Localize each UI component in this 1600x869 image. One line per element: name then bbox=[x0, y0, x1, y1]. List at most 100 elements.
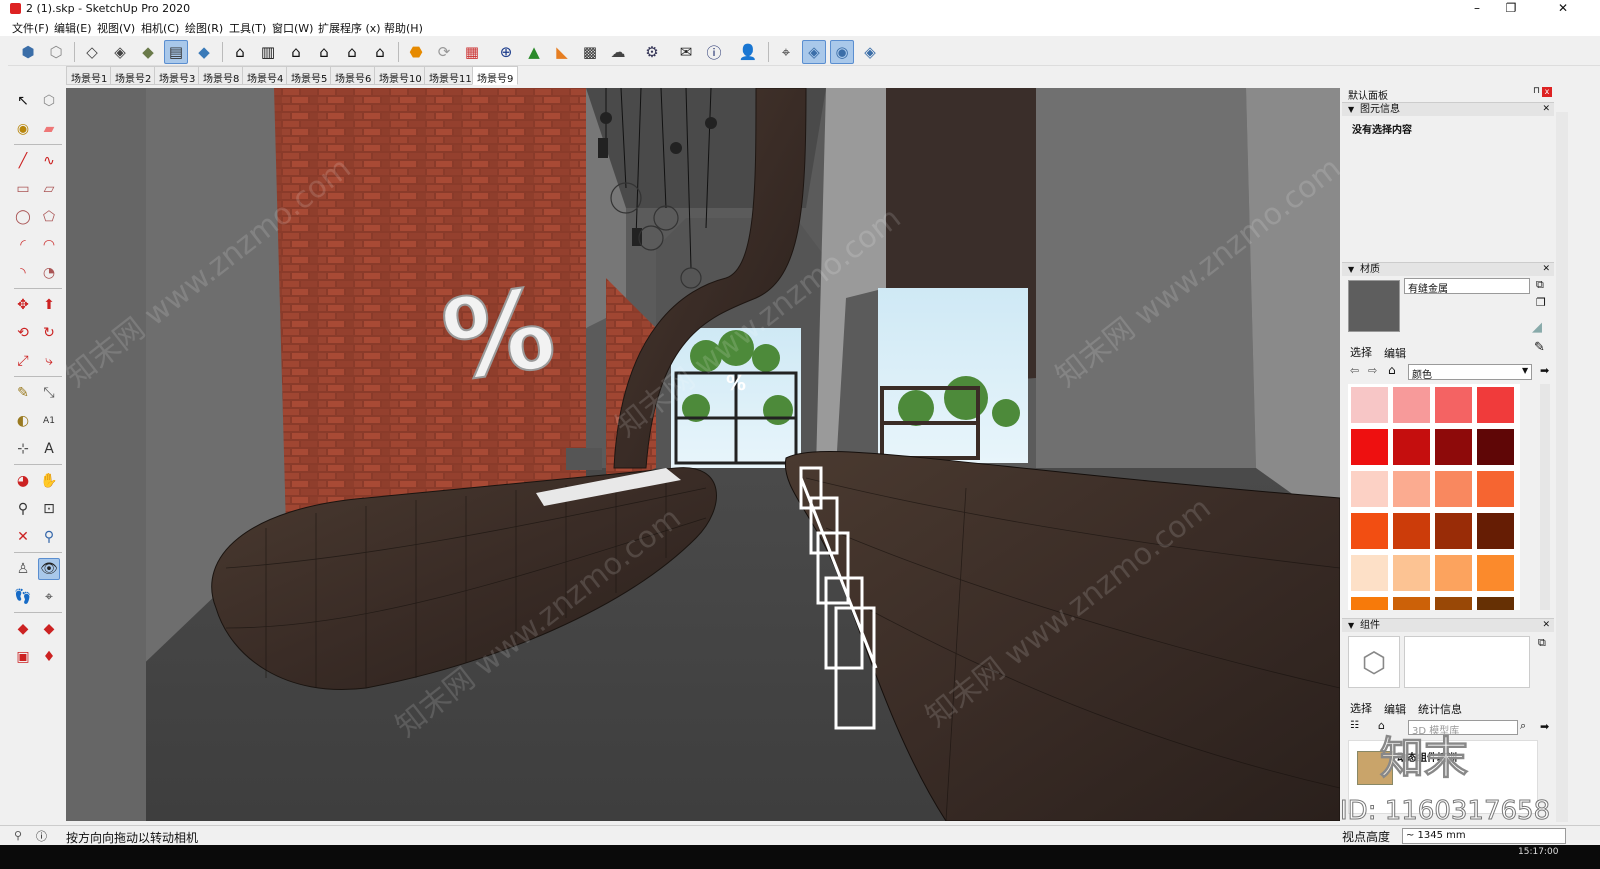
color-swatch[interactable] bbox=[1350, 470, 1389, 508]
top-view-icon[interactable]: ▥ bbox=[256, 40, 280, 64]
scene-tab-11[interactable]: 场景号11 bbox=[424, 66, 477, 85]
components-header[interactable]: ▼ 组件 ✕ bbox=[1342, 618, 1554, 632]
color-swatch[interactable] bbox=[1350, 512, 1389, 550]
material-preview[interactable] bbox=[1348, 280, 1400, 332]
dimension-icon[interactable]: ⤡ bbox=[38, 382, 60, 404]
protractor-icon[interactable]: ◐ bbox=[12, 410, 34, 432]
components-tab-select[interactable]: 选择 bbox=[1350, 700, 1372, 716]
back-view-icon[interactable]: ⌂ bbox=[340, 40, 364, 64]
iso-view-icon[interactable]: ⌂ bbox=[228, 40, 252, 64]
3d-text-icon[interactable]: A bbox=[38, 438, 60, 460]
tray-scrollbar[interactable] bbox=[1556, 112, 1568, 822]
menu-draw[interactable]: 绘图(R) bbox=[185, 20, 223, 36]
two-point-arc-icon[interactable]: ◠ bbox=[38, 234, 60, 256]
add-icon[interactable]: ⊕ bbox=[494, 40, 518, 64]
menu-camera[interactable]: 相机(C) bbox=[141, 20, 179, 36]
entity-info-header[interactable]: ▼ 图元信息 ✕ bbox=[1342, 102, 1554, 116]
color-swatch[interactable] bbox=[1350, 428, 1389, 466]
forward-arrow-icon[interactable]: ⇨ bbox=[1368, 364, 1377, 377]
cloud-upload-icon[interactable]: ☁ bbox=[606, 40, 630, 64]
color-swatch[interactable] bbox=[1476, 596, 1515, 610]
pan-icon[interactable]: ✋ bbox=[38, 470, 60, 492]
components-tab-edit[interactable]: 编辑 bbox=[1384, 701, 1406, 717]
scene-tab-10[interactable]: 场景号10 bbox=[374, 66, 427, 85]
scene-tab-3[interactable]: 场景号3 bbox=[154, 66, 201, 85]
chart-icon[interactable]: ◣ bbox=[550, 40, 574, 64]
orbit-icon[interactable]: ◕ bbox=[12, 470, 34, 492]
color-swatch[interactable] bbox=[1392, 512, 1431, 550]
camera-position-icon[interactable]: ◉ bbox=[830, 40, 854, 64]
rotated-rectangle-icon[interactable]: ▱ bbox=[38, 178, 60, 200]
eyedropper-icon[interactable]: ✎ bbox=[1534, 340, 1545, 355]
tray-close-icon[interactable]: x bbox=[1542, 87, 1552, 97]
shaded-icon[interactable]: ◆ bbox=[136, 40, 160, 64]
rotate-icon[interactable]: ⟲ bbox=[12, 322, 34, 344]
menu-extensions[interactable]: 扩展程序 (x) bbox=[318, 20, 381, 36]
menu-view[interactable]: 视图(V) bbox=[97, 20, 135, 36]
section-plane-icon[interactable]: ⌖ bbox=[38, 586, 60, 608]
extension-warehouse-icon[interactable]: ▣ bbox=[12, 646, 34, 668]
color-swatch[interactable] bbox=[1392, 386, 1431, 424]
hidden-line-icon[interactable]: ◈ bbox=[108, 40, 132, 64]
material-library-select[interactable]: 颜色 bbox=[1408, 364, 1532, 380]
component-details-icon[interactable]: ⧉ bbox=[1538, 636, 1546, 650]
color-swatch[interactable] bbox=[1392, 428, 1431, 466]
rectangle-icon[interactable]: ▭ bbox=[12, 178, 34, 200]
display-secondary-icon[interactable]: ⧉ bbox=[1536, 278, 1544, 292]
layout-icon[interactable]: ▦ bbox=[460, 40, 484, 64]
components-tab-stats[interactable]: 统计信息 bbox=[1418, 701, 1462, 717]
left-view-icon[interactable]: ⌂ bbox=[368, 40, 392, 64]
freehand-icon[interactable]: ∿ bbox=[38, 150, 60, 172]
search-icon[interactable]: ⌕ bbox=[1520, 719, 1526, 733]
settings-icon[interactable]: ⚙ bbox=[640, 40, 664, 64]
color-swatch[interactable] bbox=[1434, 428, 1473, 466]
component-icon[interactable]: ⬡ bbox=[38, 90, 60, 112]
eraser-icon[interactable]: ▰ bbox=[38, 118, 60, 140]
instructor-icon[interactable]: ⓘ bbox=[36, 828, 47, 844]
color-swatch[interactable] bbox=[1350, 554, 1389, 592]
offset-icon[interactable]: ⤷ bbox=[38, 350, 60, 372]
text-icon[interactable]: A1 bbox=[38, 410, 60, 432]
home-icon[interactable]: ⌂ bbox=[1388, 363, 1396, 377]
right-view-icon[interactable]: ⌂ bbox=[312, 40, 336, 64]
warehouse-icon[interactable]: ⬣ bbox=[404, 40, 428, 64]
scene-tab-9[interactable]: 场景号9 bbox=[472, 66, 519, 85]
axes-icon[interactable]: ⊹ bbox=[12, 438, 34, 460]
materials-close-icon[interactable]: ✕ bbox=[1542, 263, 1550, 276]
menu-window[interactable]: 窗口(W) bbox=[272, 20, 313, 36]
ruby-icon[interactable]: ♦ bbox=[38, 646, 60, 668]
scene-tab-5[interactable]: 场景号5 bbox=[286, 66, 333, 85]
components-close-icon[interactable]: ✕ bbox=[1542, 619, 1550, 632]
color-swatch[interactable] bbox=[1434, 386, 1473, 424]
color-swatch[interactable] bbox=[1434, 596, 1473, 610]
scene-tab-2[interactable]: 场景号2 bbox=[110, 66, 157, 85]
user-icon[interactable]: 👤 bbox=[736, 40, 760, 64]
maximize-button[interactable]: ❐ bbox=[1488, 0, 1534, 18]
walk-view-icon[interactable]: ◈ bbox=[858, 40, 882, 64]
geolocation-icon[interactable]: ⚲ bbox=[14, 829, 22, 842]
create-material-icon[interactable]: ❐ bbox=[1536, 296, 1546, 309]
three-point-arc-icon[interactable]: ◝ bbox=[12, 262, 34, 284]
select-icon[interactable]: ↖ bbox=[12, 90, 34, 112]
zoom-window-icon[interactable]: ⊡ bbox=[38, 498, 60, 520]
tape-measure-icon[interactable]: ✎ bbox=[12, 382, 34, 404]
color-swatch[interactable] bbox=[1392, 470, 1431, 508]
menu-tools[interactable]: 工具(T) bbox=[229, 20, 266, 36]
color-swatch[interactable] bbox=[1476, 470, 1515, 508]
menu-file[interactable]: 文件(F) bbox=[12, 20, 49, 36]
monochrome-icon[interactable]: ◆ bbox=[192, 40, 216, 64]
scene-tab-4[interactable]: 场景号4 bbox=[242, 66, 289, 85]
3d-viewport[interactable]: % % 知末网 www.znzmo.com 知末网 www.znzmo.com … bbox=[66, 88, 1340, 821]
details-arrow-icon[interactable]: ➡ bbox=[1540, 364, 1549, 377]
move-icon[interactable]: ✥ bbox=[12, 294, 34, 316]
scale-icon[interactable]: ⤢ bbox=[12, 350, 34, 372]
circle-icon[interactable]: ◯ bbox=[12, 206, 34, 228]
scene-tab-1[interactable]: 场景号1 bbox=[66, 66, 113, 85]
color-swatch[interactable] bbox=[1392, 596, 1431, 610]
material-name-field[interactable]: 有缝金属 bbox=[1404, 278, 1530, 294]
menu-edit[interactable]: 编辑(E) bbox=[54, 20, 92, 36]
mail-icon[interactable]: ✉ bbox=[674, 40, 698, 64]
zoom-extents-icon[interactable]: ✕ bbox=[12, 526, 34, 548]
components-details-arrow-icon[interactable]: ➡ bbox=[1540, 720, 1549, 733]
view-options-icon[interactable]: ☷ bbox=[1350, 720, 1359, 731]
